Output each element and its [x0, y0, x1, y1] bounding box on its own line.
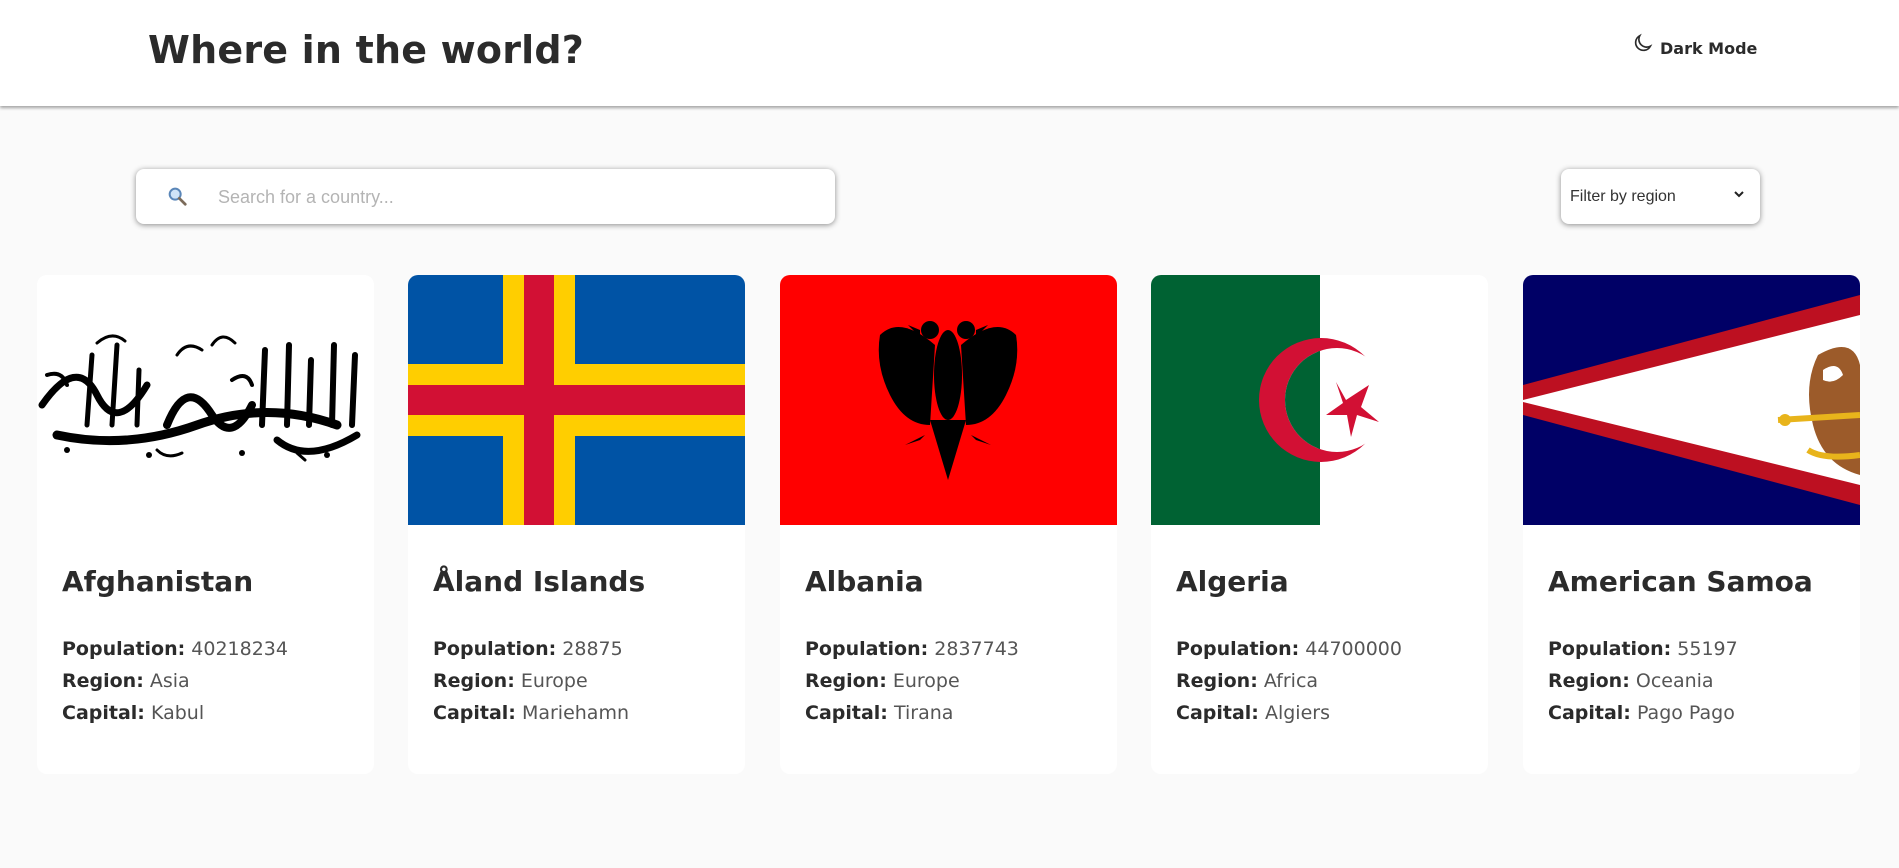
region-value: Europe — [892, 670, 960, 692]
population-row: Population: 2837743 — [805, 633, 1019, 665]
region-value: Africa — [1263, 670, 1319, 692]
app-header: Where in the world? Dark Mode — [0, 0, 1899, 106]
population-row: Population: 44700000 — [1176, 633, 1402, 665]
capital-row: Capital: Algiers — [1176, 697, 1402, 729]
country-details: Population: 55197 Region: Oceania Capita… — [1548, 633, 1738, 729]
region-row: Region: Oceania — [1548, 665, 1738, 697]
region-row: Region: Europe — [433, 665, 629, 697]
region-label: Region: — [805, 670, 887, 692]
country-name: Afghanistan — [62, 565, 254, 598]
region-label: Region: — [62, 670, 144, 692]
search-box — [136, 169, 835, 224]
population-label: Population: — [1548, 638, 1672, 660]
country-details: Population: 28875 Region: Europe Capital… — [433, 633, 629, 729]
capital-value: Algiers — [1264, 702, 1330, 724]
american-samoa-flag — [1523, 275, 1860, 525]
region-row: Region: Europe — [805, 665, 1019, 697]
country-details: Population: 40218234 Region: Asia Capita… — [62, 633, 288, 729]
population-row: Population: 55197 — [1548, 633, 1738, 665]
region-filter-select[interactable]: Filter by region — [1561, 169, 1760, 224]
country-card[interactable]: Afghanistan Population: 40218234 Region:… — [37, 275, 374, 774]
capital-label: Capital: — [805, 702, 888, 724]
capital-value: Tirana — [893, 702, 954, 724]
capital-label: Capital: — [62, 702, 145, 724]
capital-row: Capital: Kabul — [62, 697, 288, 729]
country-card[interactable]: American Samoa Population: 55197 Region:… — [1523, 275, 1860, 774]
capital-value: Mariehamn — [521, 702, 630, 724]
region-label: Region: — [1176, 670, 1258, 692]
region-label: Region: — [1548, 670, 1630, 692]
albania-flag — [780, 275, 1117, 525]
country-name: American Samoa — [1548, 565, 1813, 598]
moon-icon — [1632, 33, 1654, 58]
app-title: Where in the world? — [148, 28, 585, 72]
population-label: Population: — [433, 638, 557, 660]
region-label: Region: — [433, 670, 515, 692]
search-input[interactable] — [216, 179, 810, 215]
search-icon — [166, 185, 188, 207]
population-row: Population: 40218234 — [62, 633, 288, 665]
capital-row: Capital: Mariehamn — [433, 697, 629, 729]
population-row: Population: 28875 — [433, 633, 629, 665]
dark-mode-toggle[interactable]: Dark Mode — [1632, 33, 1758, 58]
population-label: Population: — [1176, 638, 1300, 660]
country-details: Population: 2837743 Region: Europe Capit… — [805, 633, 1019, 729]
population-label: Population: — [62, 638, 186, 660]
country-name: Albania — [805, 565, 924, 598]
capital-label: Capital: — [433, 702, 516, 724]
population-value: 40218234 — [191, 638, 288, 660]
population-value: 55197 — [1677, 638, 1738, 660]
afghanistan-flag — [37, 275, 374, 525]
region-row: Region: Asia — [62, 665, 288, 697]
country-card[interactable]: Albania Population: 2837743 Region: Euro… — [780, 275, 1117, 774]
capital-row: Capital: Pago Pago — [1548, 697, 1738, 729]
country-name: Algeria — [1176, 565, 1289, 598]
country-details: Population: 44700000 Region: Africa Capi… — [1176, 633, 1402, 729]
population-value: 28875 — [562, 638, 623, 660]
dark-mode-label: Dark Mode — [1660, 38, 1758, 58]
region-row: Region: Africa — [1176, 665, 1402, 697]
region-value: Europe — [520, 670, 588, 692]
capital-label: Capital: — [1548, 702, 1631, 724]
capital-row: Capital: Tirana — [805, 697, 1019, 729]
population-value: 44700000 — [1305, 638, 1402, 660]
country-card[interactable]: Algeria Population: 44700000 Region: Afr… — [1151, 275, 1488, 774]
capital-value: Kabul — [150, 702, 205, 724]
region-filter-label: Filter by region — [1570, 187, 1676, 205]
capital-value: Pago Pago — [1636, 702, 1735, 724]
region-value: Asia — [149, 670, 190, 692]
country-name: Åland Islands — [433, 565, 646, 598]
capital-label: Capital: — [1176, 702, 1259, 724]
algeria-flag — [1151, 275, 1488, 525]
region-value: Oceania — [1635, 670, 1714, 692]
population-value: 2837743 — [934, 638, 1019, 660]
country-card[interactable]: Åland Islands Population: 28875 Region: … — [408, 275, 745, 774]
population-label: Population: — [805, 638, 929, 660]
aland-islands-flag — [408, 275, 745, 525]
chevron-down-icon — [1732, 187, 1746, 206]
